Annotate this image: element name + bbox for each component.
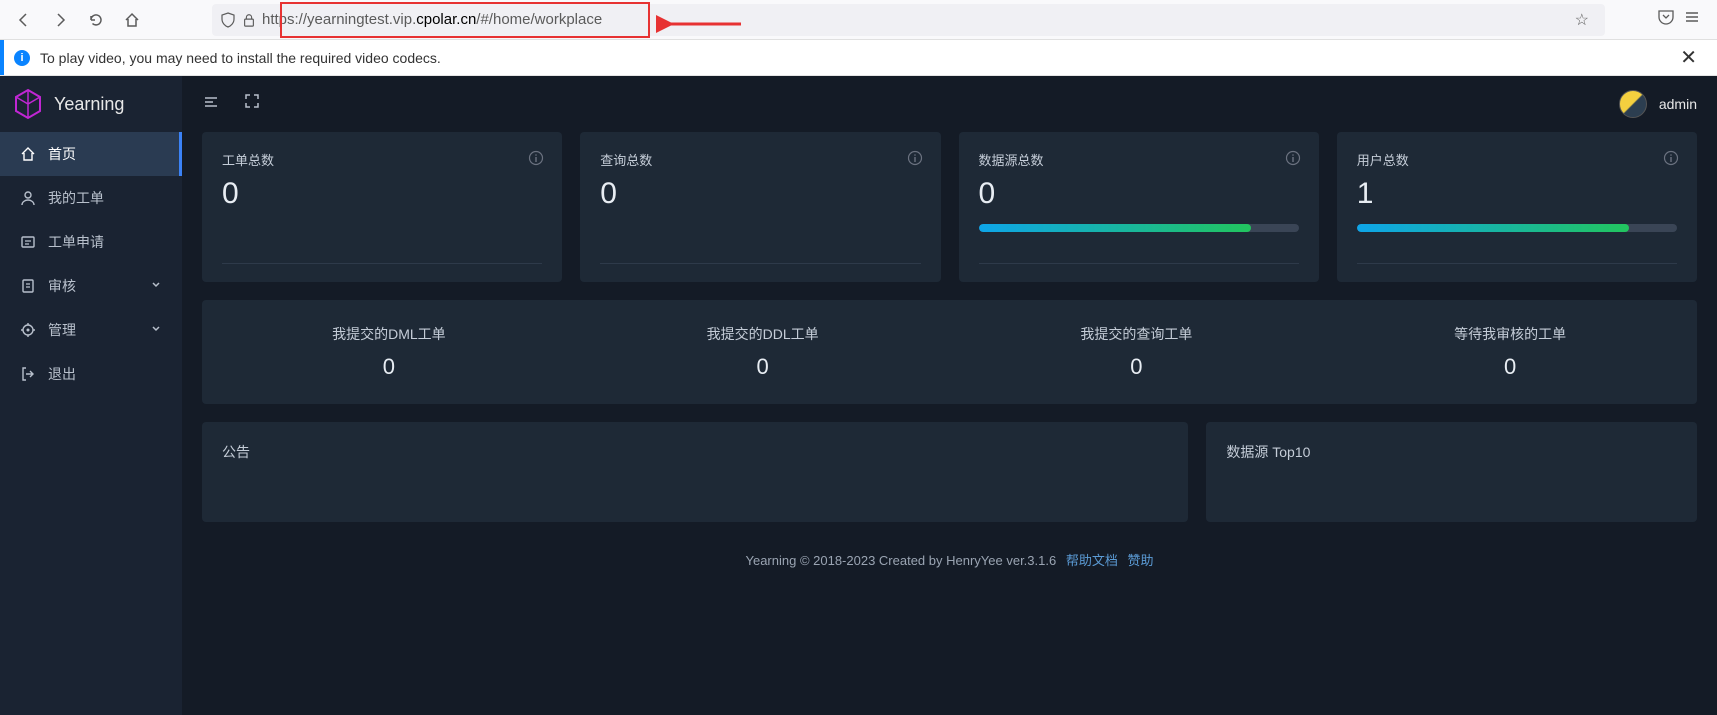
logo[interactable]: Yearning [0, 76, 182, 132]
back-button[interactable] [8, 4, 40, 36]
avatar [1619, 90, 1647, 118]
info-icon: i [14, 50, 30, 66]
progress-bar [979, 224, 1299, 232]
panel-announcements: 公告 [202, 422, 1188, 522]
progress-bar [1357, 224, 1677, 232]
stat-value: 0 [600, 177, 920, 211]
mini-stat-row: 我提交的DML工单 0 我提交的DDL工单 0 我提交的查询工单 0 等待我审核… [202, 300, 1697, 404]
stat-card: 查询总数 0 [580, 132, 940, 282]
info-icon[interactable] [1663, 150, 1679, 171]
menu-icon[interactable] [1683, 8, 1701, 31]
stat-card: 工单总数 0 [202, 132, 562, 282]
stat-row: 工单总数 0 查询总数 0 数据源总数 0 用户总数 1 [202, 132, 1697, 282]
reload-button[interactable] [80, 4, 112, 36]
content: 工单总数 0 查询总数 0 数据源总数 0 用户总数 1 我提交的DML工单 0… [182, 132, 1717, 715]
footer-text: Yearning © 2018-2023 Created by HenryYee… [745, 553, 1056, 568]
sidebar-item-label: 首页 [48, 144, 76, 164]
sidebar-item-label: 我的工单 [48, 188, 104, 208]
sidebar-item-manage[interactable]: 管理 [0, 308, 182, 352]
mini-stat-cell: 我提交的查询工单 0 [950, 324, 1324, 380]
chevron-down-icon [150, 322, 162, 338]
info-icon[interactable] [1285, 150, 1301, 171]
username: admin [1659, 96, 1697, 112]
panel-title: 公告 [222, 442, 1168, 462]
url-text: https://yearningtest.vip.cpolar.cn/#/hom… [262, 11, 602, 28]
info-bar: i To play video, you may need to install… [0, 40, 1717, 76]
logout-icon [20, 366, 36, 382]
footer: Yearning © 2018-2023 Created by HenryYee… [202, 540, 1697, 579]
ticket-icon [20, 234, 36, 250]
stat-title: 用户总数 [1357, 150, 1677, 169]
mini-stat-value: 0 [202, 354, 576, 380]
info-message: To play video, you may need to install t… [40, 50, 441, 66]
footer-link-sponsor[interactable]: 赞助 [1127, 553, 1153, 568]
sidebar-item-label: 退出 [48, 364, 76, 384]
fullscreen-button[interactable] [244, 93, 260, 116]
stat-value: 0 [222, 177, 542, 211]
sidebar-item-logout[interactable]: 退出 [0, 352, 182, 396]
mini-stat-label: 等待我审核的工单 [1323, 324, 1697, 344]
audit-icon [20, 278, 36, 294]
sidebar-item-label: 审核 [48, 276, 76, 296]
home-button[interactable] [116, 4, 148, 36]
mini-stat-value: 0 [576, 354, 950, 380]
bookmark-star-icon[interactable]: ☆ [1575, 10, 1589, 30]
info-icon[interactable] [528, 150, 544, 171]
user-menu[interactable]: admin [1619, 90, 1697, 118]
mini-stat-value: 0 [1323, 354, 1697, 380]
mini-stat-cell: 我提交的DDL工单 0 [576, 324, 950, 380]
collapse-sidebar-button[interactable] [202, 93, 220, 116]
home-icon [20, 146, 36, 162]
sidebar-item-label: 管理 [48, 320, 76, 340]
main: admin 工单总数 0 查询总数 0 数据源总数 0 用户总数 1 我提交的D… [182, 76, 1717, 715]
stat-card: 用户总数 1 [1337, 132, 1697, 282]
mini-stat-cell: 等待我审核的工单 0 [1323, 324, 1697, 380]
forward-button[interactable] [44, 4, 76, 36]
footer-link-help[interactable]: 帮助文档 [1066, 553, 1118, 568]
stat-card: 数据源总数 0 [959, 132, 1319, 282]
info-close-button[interactable]: ✕ [1672, 45, 1705, 70]
sidebar: Yearning 首页 我的工单 工单申请 审核 管理 退出 [0, 76, 182, 715]
pocket-icon[interactable] [1657, 8, 1675, 31]
mini-stat-label: 我提交的查询工单 [950, 324, 1324, 344]
lock-icon [242, 13, 256, 27]
sidebar-item-home[interactable]: 首页 [0, 132, 182, 176]
sidebar-item-label: 工单申请 [48, 232, 104, 252]
chevron-down-icon [150, 278, 162, 294]
mini-stat-cell: 我提交的DML工单 0 [202, 324, 576, 380]
topbar: admin [182, 76, 1717, 132]
sidebar-item-audit[interactable]: 审核 [0, 264, 182, 308]
logo-text: Yearning [54, 94, 124, 115]
stat-value: 1 [1357, 177, 1677, 211]
mini-stat-value: 0 [950, 354, 1324, 380]
stat-title: 查询总数 [600, 150, 920, 169]
app-root: Yearning 首页 我的工单 工单申请 审核 管理 退出 [0, 76, 1717, 715]
stat-title: 数据源总数 [979, 150, 1299, 169]
panel-datasource-top: 数据源 Top10 [1206, 422, 1697, 522]
stat-title: 工单总数 [222, 150, 542, 169]
mini-stat-label: 我提交的DDL工单 [576, 324, 950, 344]
shield-icon [220, 12, 236, 28]
stat-value: 0 [979, 177, 1299, 211]
url-bar[interactable]: https://yearningtest.vip.cpolar.cn/#/hom… [212, 4, 1605, 36]
logo-icon [12, 88, 44, 120]
browser-toolbar: https://yearningtest.vip.cpolar.cn/#/hom… [0, 0, 1717, 40]
info-icon[interactable] [907, 150, 923, 171]
user-icon [20, 190, 36, 206]
sidebar-item-apply[interactable]: 工单申请 [0, 220, 182, 264]
bottom-row: 公告 数据源 Top10 [202, 422, 1697, 522]
mini-stat-label: 我提交的DML工单 [202, 324, 576, 344]
sidebar-item-my-orders[interactable]: 我的工单 [0, 176, 182, 220]
panel-title: 数据源 Top10 [1226, 442, 1677, 462]
manage-icon [20, 322, 36, 338]
